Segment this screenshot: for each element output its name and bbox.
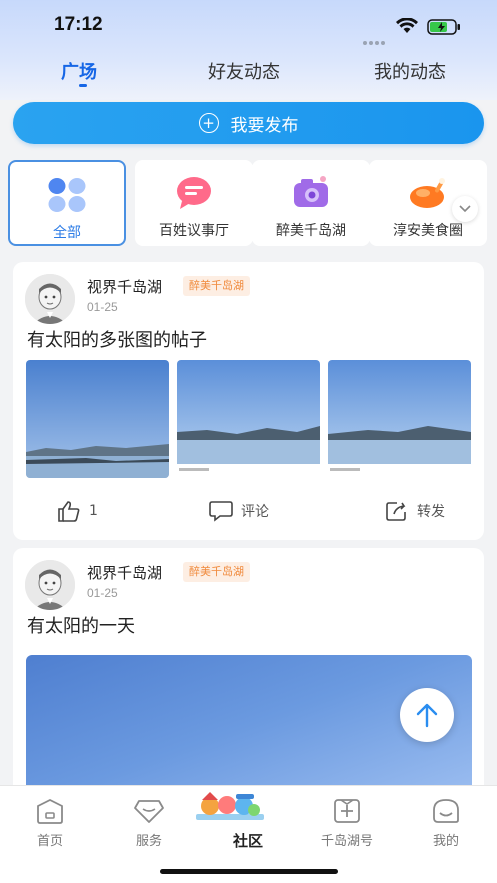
post-card[interactable]: 视界千岛湖 醉美千岛湖 01-25 有太阳的一天	[13, 548, 484, 785]
nav-services[interactable]: 服务	[109, 798, 189, 849]
nav-label: 社区	[232, 832, 263, 850]
nav-label: 我的	[432, 834, 459, 849]
nav-label: 服务	[135, 834, 162, 849]
home-icon	[37, 798, 63, 824]
category-label: 醉美千岛湖	[276, 223, 346, 239]
nav-label: 千岛湖号	[320, 834, 373, 849]
category-all[interactable]: 全部	[8, 160, 126, 246]
thumbs-up-icon	[58, 501, 80, 522]
feed-tabs: 广场 好友动态 我的动态	[0, 56, 497, 92]
post-image[interactable]	[26, 360, 169, 478]
publish-button[interactable]: + 我要发布	[13, 102, 484, 144]
profile-icon	[433, 799, 459, 823]
category-label: 全部	[53, 225, 81, 241]
comment-button[interactable]: 评论	[209, 500, 269, 522]
post-actions: 1 评论 转发	[13, 496, 484, 526]
post-image[interactable]	[177, 360, 320, 478]
avatar[interactable]	[25, 560, 75, 610]
chat-bubble-icon	[172, 174, 216, 212]
home-indicator[interactable]	[160, 869, 338, 874]
category-beautiful-lake[interactable]: 醉美千岛湖	[252, 160, 370, 246]
share-label: 转发	[417, 504, 445, 520]
community-icon	[196, 792, 264, 820]
tab-square[interactable]: 广场	[61, 58, 97, 84]
nav-community[interactable]: 社区	[196, 790, 288, 851]
publish-label: 我要发布	[230, 115, 299, 136]
services-icon	[134, 800, 164, 823]
post-category-badge[interactable]: 醉美千岛湖	[183, 276, 250, 296]
post-image[interactable]	[328, 360, 471, 478]
share-icon	[386, 502, 406, 521]
tab-friends-feed[interactable]: 好友动态	[208, 58, 280, 84]
status-time: 17:12	[54, 14, 103, 35]
nav-profile[interactable]: 我的	[406, 798, 486, 849]
post-title[interactable]: 有太阳的多张图的帖子	[27, 326, 207, 352]
grid-icon	[45, 176, 89, 214]
wifi-icon	[396, 18, 418, 33]
post-card[interactable]: 视界千岛湖 醉美千岛湖 01-25 有太阳的多张图的帖子 1 评论 转发	[13, 262, 484, 540]
post-title[interactable]: 有太阳的一天	[27, 612, 135, 638]
share-button[interactable]: 转发	[385, 500, 445, 522]
arrow-up-icon	[416, 703, 438, 728]
avatar[interactable]	[25, 274, 75, 324]
nav-home[interactable]: 首页	[10, 798, 90, 849]
active-tab-indicator	[79, 84, 87, 87]
nav-qiandaohu-account[interactable]: 千岛湖号	[307, 798, 387, 849]
status-bar: 17:12	[0, 0, 497, 52]
post-category-badge[interactable]: 醉美千岛湖	[183, 562, 250, 582]
comment-icon	[209, 501, 233, 522]
plus-circle-icon: +	[198, 113, 219, 133]
post-date: 01-25	[87, 300, 118, 314]
back-to-top-button[interactable]	[400, 688, 454, 742]
expand-categories-button[interactable]	[452, 196, 478, 222]
chevron-down-icon	[459, 205, 471, 213]
comment-label: 评论	[241, 504, 269, 520]
plus-square-icon	[334, 799, 360, 823]
post-author[interactable]: 视界千岛湖	[87, 276, 162, 297]
cellular-signal-icon	[363, 30, 389, 45]
category-row: 全部 百姓议事厅 醉美千岛湖 淳安美食圈	[0, 158, 497, 250]
post-date: 01-25	[87, 586, 118, 600]
battery-icon	[427, 19, 460, 35]
tab-my-feed[interactable]: 我的动态	[374, 58, 446, 84]
nav-label: 首页	[36, 834, 63, 849]
roast-chicken-icon	[406, 174, 450, 212]
like-button[interactable]: 1	[57, 500, 98, 522]
category-label: 淳安美食圈	[393, 223, 463, 239]
category-label: 百姓议事厅	[159, 223, 229, 239]
camera-icon	[289, 174, 333, 212]
post-author[interactable]: 视界千岛湖	[87, 562, 162, 583]
like-count: 1	[89, 503, 98, 519]
category-public-forum[interactable]: 百姓议事厅	[135, 160, 253, 246]
